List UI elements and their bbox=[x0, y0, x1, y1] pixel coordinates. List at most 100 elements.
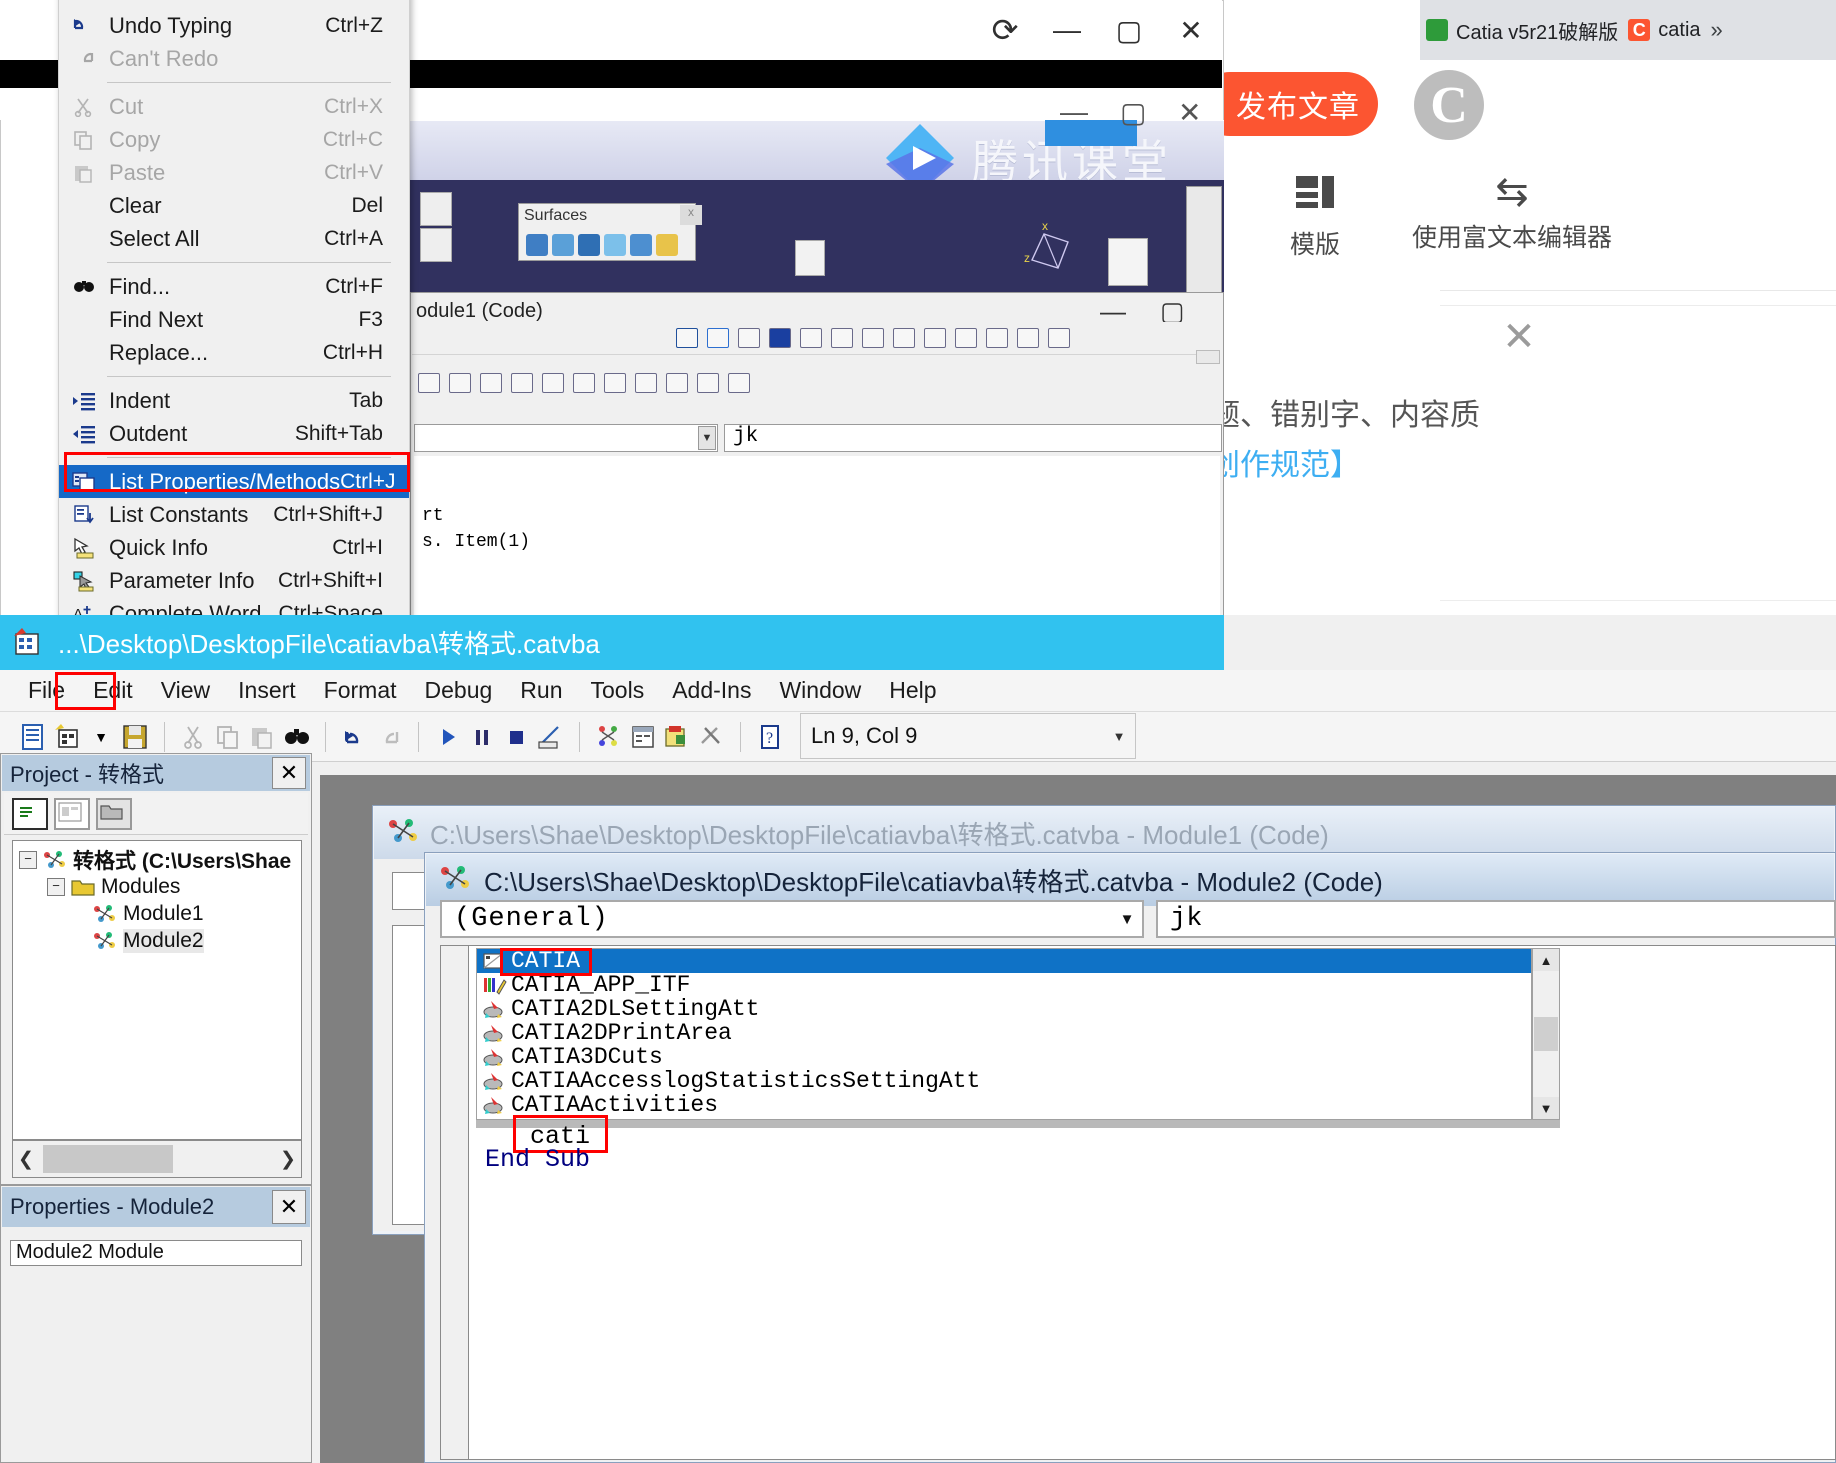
quick-watch-icon[interactable] bbox=[1017, 328, 1039, 348]
menu-run[interactable]: Run bbox=[506, 677, 576, 704]
redo-icon[interactable] bbox=[372, 720, 406, 754]
properties-object-combo[interactable]: Module2 Module bbox=[10, 1240, 302, 1266]
uncomment-block-icon[interactable] bbox=[604, 373, 626, 393]
catia-palette-a[interactable] bbox=[420, 192, 452, 226]
run-icon[interactable] bbox=[431, 720, 465, 754]
scroll-thumb[interactable] bbox=[43, 1145, 173, 1173]
chevron-down-icon[interactable]: ▼ bbox=[1112, 902, 1142, 936]
toggle-breakpoint-icon[interactable] bbox=[542, 373, 564, 393]
browser-tabs[interactable]: Catia v5r21破解版 C catia » bbox=[1420, 0, 1836, 60]
module1-proc-combo-top[interactable]: jk bbox=[724, 424, 1222, 452]
tree-node-module1[interactable]: Module1 bbox=[13, 900, 301, 927]
step-over-icon[interactable] bbox=[862, 328, 884, 348]
catia-palette-c[interactable] bbox=[795, 240, 825, 276]
undo-icon[interactable] bbox=[338, 720, 372, 754]
scroll-up-icon[interactable]: ▲ bbox=[1533, 949, 1559, 971]
edit-tool-icon[interactable] bbox=[418, 373, 440, 393]
chevron-down-icon[interactable]: ▼ bbox=[1108, 718, 1130, 754]
copy-icon[interactable] bbox=[211, 720, 245, 754]
menu-format[interactable]: Format bbox=[310, 677, 411, 704]
comment-block-icon[interactable] bbox=[573, 373, 595, 393]
paste-icon[interactable] bbox=[245, 720, 279, 754]
expander-icon[interactable]: − bbox=[47, 878, 65, 896]
toggle-bookmark-icon[interactable] bbox=[635, 373, 657, 393]
menu-help[interactable]: Help bbox=[875, 677, 950, 704]
stop-icon[interactable] bbox=[769, 328, 791, 348]
module2-object-combo[interactable]: (General) ▼ bbox=[440, 900, 1144, 938]
scroll-right-icon[interactable]: ❯ bbox=[275, 1142, 301, 1176]
save-icon[interactable] bbox=[118, 720, 152, 754]
menu-debug[interactable]: Debug bbox=[411, 677, 507, 704]
autocomplete-scrollbar[interactable]: ▲ ▼ bbox=[1532, 948, 1560, 1120]
run-icon[interactable] bbox=[707, 328, 729, 348]
properties-titlebar[interactable]: Properties - Module2 bbox=[2, 1187, 310, 1227]
call-stack-icon[interactable] bbox=[1048, 328, 1070, 348]
step-into-icon[interactable] bbox=[831, 328, 853, 348]
browser-tab-csdn[interactable]: C catia bbox=[1628, 19, 1700, 42]
menu-item-outdent[interactable]: Outdent Shift+Tab bbox=[59, 417, 409, 450]
tab-overflow-icon[interactable]: » bbox=[1711, 17, 1723, 43]
close-icon[interactable]: ✕ bbox=[272, 1190, 306, 1224]
design-mode-icon[interactable] bbox=[676, 328, 698, 348]
catia-palette-d[interactable] bbox=[1108, 238, 1148, 286]
notice-line-2[interactable]: 创作规范】 bbox=[1210, 440, 1830, 484]
vba-editor-titlebar[interactable]: ...\Desktop\DesktopFile\catiavba\转格式.cat… bbox=[0, 615, 1224, 670]
project-tree[interactable]: − 转格式 (C:\Users\Shae − Modules Module1 M… bbox=[12, 840, 302, 1140]
pause-icon[interactable] bbox=[738, 328, 760, 348]
vba-menu-bar[interactable]: File Edit View Insert Format Debug Run T… bbox=[0, 670, 1836, 712]
autocomplete-item-catia2dprintarea[interactable]: CATIA2DPrintArea bbox=[477, 1021, 1531, 1045]
surface-tool-icon[interactable] bbox=[526, 234, 548, 256]
catia-side-toolbar[interactable] bbox=[1186, 186, 1222, 298]
menu-item-find-next[interactable]: Find Next F3 bbox=[59, 303, 409, 336]
expander-icon[interactable]: − bbox=[19, 851, 37, 869]
project-explorer-toolbar[interactable] bbox=[4, 793, 308, 835]
scroll-left-icon[interactable]: ❮ bbox=[13, 1142, 39, 1176]
menu-addins[interactable]: Add-Ins bbox=[658, 677, 765, 704]
object-browser-icon[interactable] bbox=[660, 720, 694, 754]
properties-window-icon[interactable] bbox=[626, 720, 660, 754]
insert-module-icon[interactable] bbox=[50, 720, 84, 754]
project-tree-hscrollbar[interactable]: ❮ ❯ bbox=[12, 1140, 302, 1178]
menu-item-replace[interactable]: Replace... Ctrl+H bbox=[59, 336, 409, 369]
module2-code-titlebar[interactable]: C:\Users\Shae\Desktop\DesktopFile\catiav… bbox=[426, 854, 1834, 906]
menu-item-quick-info[interactable]: Quick Info Ctrl+I bbox=[59, 531, 409, 564]
step-out-icon[interactable] bbox=[893, 328, 915, 348]
autocomplete-item-catia[interactable]: CATIA bbox=[477, 949, 1531, 973]
browser-tab-catia-crack[interactable]: Catia v5r21破解版 bbox=[1426, 16, 1618, 45]
watch-window-icon[interactable] bbox=[986, 328, 1008, 348]
menu-item-list-constants[interactable]: List Constants Ctrl+Shift+J bbox=[59, 498, 409, 531]
minimize-icon[interactable]: — bbox=[1036, 1, 1098, 59]
toggle-folders-icon[interactable] bbox=[96, 798, 132, 830]
chevron-down-icon[interactable]: ▼ bbox=[84, 720, 118, 754]
surfaces-icon-row[interactable] bbox=[526, 232, 694, 258]
menu-item-clear[interactable]: Clear Del bbox=[59, 189, 409, 222]
design-mode-icon[interactable] bbox=[533, 720, 567, 754]
close-icon[interactable]: ✕ bbox=[1497, 315, 1541, 359]
template-tool-button[interactable]: 模版 bbox=[1290, 172, 1340, 261]
edit-dropdown-menu[interactable]: Undo Typing Ctrl+Z Can't Redo Cut Ctrl+X… bbox=[58, 0, 410, 668]
find-icon[interactable] bbox=[279, 720, 313, 754]
project-explorer-icon[interactable] bbox=[592, 720, 626, 754]
stop-icon[interactable] bbox=[499, 720, 533, 754]
close-icon[interactable]: x bbox=[680, 205, 702, 225]
surface-tool-icon[interactable] bbox=[552, 234, 574, 256]
next-bookmark-icon[interactable] bbox=[666, 373, 688, 393]
autocomplete-item-catia2dlsettingatt[interactable]: CATIA2DLSettingAtt bbox=[477, 997, 1531, 1021]
minimize-icon[interactable]: — bbox=[1060, 96, 1088, 128]
maximize-icon[interactable]: ▢ bbox=[1098, 1, 1160, 59]
close-icon[interactable]: ✕ bbox=[1160, 1, 1222, 59]
project-explorer-titlebar[interactable]: Project - 转格式 bbox=[2, 755, 310, 791]
maximize-icon[interactable]: ▢ bbox=[1120, 96, 1146, 129]
module2-procedure-combo[interactable]: jk bbox=[1156, 900, 1836, 938]
complete-word-icon[interactable] bbox=[449, 373, 471, 393]
help-icon[interactable]: ? bbox=[753, 720, 787, 754]
pause-icon[interactable] bbox=[465, 720, 499, 754]
menu-view[interactable]: View bbox=[147, 677, 224, 704]
menu-item-parameter-info[interactable]: Parameter Info Ctrl+Shift+I bbox=[59, 564, 409, 597]
surface-tool-icon[interactable] bbox=[630, 234, 652, 256]
tree-node-module2[interactable]: Module2 bbox=[13, 927, 301, 954]
reload-icon[interactable]: ⟳ bbox=[974, 1, 1036, 59]
tree-node-modules-folder[interactable]: − Modules bbox=[13, 873, 301, 900]
catia-palette-b[interactable] bbox=[420, 228, 452, 262]
close-icon[interactable]: ✕ bbox=[272, 757, 306, 789]
